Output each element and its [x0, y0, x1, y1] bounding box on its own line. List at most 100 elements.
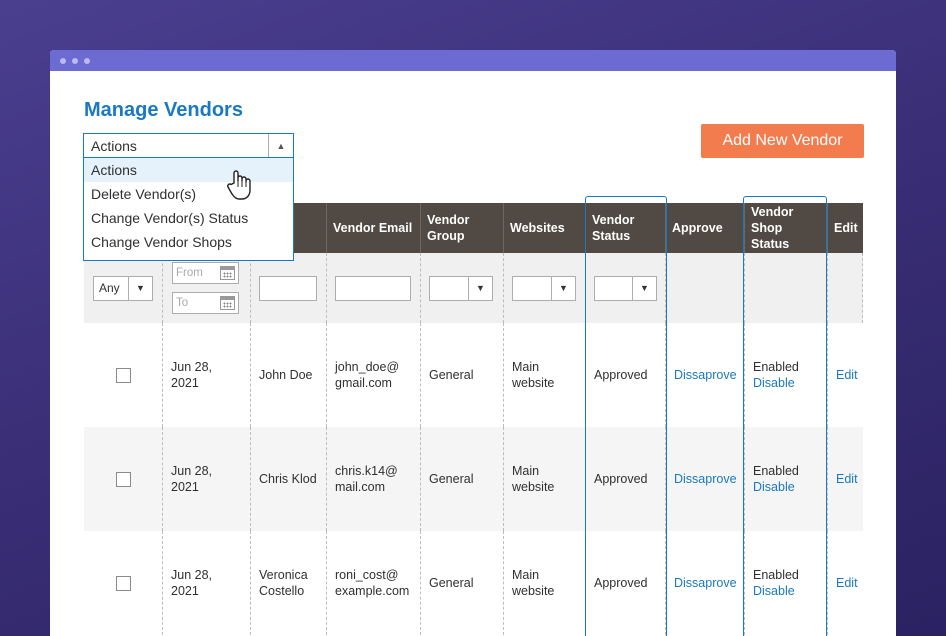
window-titlebar — [50, 50, 896, 71]
filter-cell: ▼ — [421, 253, 504, 323]
website-cell: Main website — [504, 427, 586, 531]
website-filter-select[interactable]: ▼ — [512, 275, 576, 301]
date-cell: Jun 28, 2021 — [163, 323, 251, 427]
row-checkbox[interactable] — [115, 367, 131, 383]
email-cell: chris.k14@ mail.com — [327, 427, 421, 531]
approve-cell: Dissaprove — [666, 427, 745, 531]
menu-item-delete-vendors[interactable]: Delete Vendor(s) — [84, 182, 293, 206]
email-filter-input[interactable] — [335, 275, 411, 301]
dissaprove-link[interactable]: Dissaprove — [674, 471, 737, 487]
edit-link[interactable]: Edit — [836, 367, 858, 383]
edit-link[interactable]: Edit — [836, 471, 858, 487]
approve-cell: Dissaprove — [666, 531, 745, 635]
row-checkbox[interactable] — [115, 575, 131, 591]
column-header-approve[interactable]: Approve — [666, 203, 745, 253]
date-to-input[interactable]: To — [172, 292, 239, 314]
filter-cell — [666, 253, 745, 323]
column-header-vendor-status[interactable]: Vendor Status — [586, 203, 666, 253]
date-cell: Jun 28, 2021 — [163, 531, 251, 635]
group-cell: General — [421, 531, 504, 635]
menu-item-change-vendor-status[interactable]: Change Vendor(s) Status — [84, 206, 293, 230]
row-select-cell — [84, 531, 163, 635]
chevron-down-icon: ▼ — [128, 276, 152, 300]
row-select-cell — [84, 323, 163, 427]
date-filter-cell: From To — [163, 253, 251, 323]
edit-cell: Edit — [828, 531, 863, 635]
chevron-down-icon: ▼ — [468, 276, 492, 300]
date-from-placeholder: From — [176, 267, 203, 279]
edit-cell: Edit — [828, 323, 863, 427]
email-cell: roni_cost@ example.com — [327, 531, 421, 635]
dissaprove-link[interactable]: Dissaprove — [674, 367, 737, 383]
menu-item-actions[interactable]: Actions — [84, 158, 293, 182]
shop-status-text: Enabled — [753, 568, 799, 582]
filter-cell — [327, 253, 421, 323]
name-filter-input[interactable] — [259, 275, 317, 301]
website-cell: Main website — [504, 531, 586, 635]
date-to-placeholder: To — [176, 297, 189, 309]
disable-link[interactable]: Disable — [753, 479, 795, 495]
filter-row: Any ▼ From To ▼ ▼ ▼ — [84, 253, 863, 323]
date-cell: Jun 28, 2021 — [163, 427, 251, 531]
any-filter-select[interactable]: Any ▼ — [93, 275, 153, 301]
window-dot — [60, 57, 66, 64]
status-cell: Approved — [586, 427, 666, 531]
window-dot — [84, 57, 90, 64]
window-dot — [72, 57, 78, 64]
shop-status-cell: Enabled Disable — [745, 531, 828, 635]
filter-cell — [828, 253, 863, 323]
email-cell: john_doe@ gmail.com — [327, 323, 421, 427]
calendar-icon[interactable] — [220, 296, 235, 310]
group-filter-select[interactable]: ▼ — [429, 275, 493, 301]
name-cell: John Doe — [251, 323, 327, 427]
shop-status-cell: Enabled Disable — [745, 323, 828, 427]
dissaprove-link[interactable]: Dissaprove — [674, 575, 737, 591]
disable-link[interactable]: Disable — [753, 375, 795, 391]
filter-cell: ▼ — [504, 253, 586, 323]
actions-selected-value: Actions — [91, 137, 137, 154]
chevron-up-icon: ▲ — [268, 134, 293, 157]
name-cell: Chris Klod — [251, 427, 327, 531]
date-from-input[interactable]: From — [172, 262, 239, 284]
edit-cell: Edit — [828, 427, 863, 531]
browser-window: Manage Vendors Add New Vendor Vendor Ema… — [50, 50, 896, 636]
row-checkbox[interactable] — [115, 471, 131, 487]
shop-status-text: Enabled — [753, 464, 799, 478]
name-cell: Veronica Costello — [251, 531, 327, 635]
group-cell: General — [421, 323, 504, 427]
table-row: Jun 28, 2021 Veronica Costello roni_cost… — [84, 531, 863, 635]
table-row: Jun 28, 2021 Chris Klod chris.k14@ mail.… — [84, 427, 863, 531]
calendar-icon[interactable] — [220, 266, 235, 280]
column-header-vendor-shop-status[interactable]: Vendor Shop Status — [745, 203, 828, 253]
vendors-grid: Vendor Email Vendor Group Websites Vendo… — [84, 196, 863, 636]
status-cell: Approved — [586, 531, 666, 635]
column-header-edit[interactable]: Edit — [828, 203, 863, 253]
shop-status-cell: Enabled Disable — [745, 427, 828, 531]
website-cell: Main website — [504, 323, 586, 427]
filter-cell: ▼ — [586, 253, 666, 323]
chevron-down-icon: ▼ — [632, 276, 656, 300]
column-header-vendor-group[interactable]: Vendor Group — [421, 203, 504, 253]
approve-cell: Dissaprove — [666, 323, 745, 427]
actions-dropdown-menu: Actions Delete Vendor(s) Change Vendor(s… — [83, 158, 294, 261]
filter-cell: Any ▼ — [84, 253, 163, 323]
page-title: Manage Vendors — [84, 99, 243, 121]
any-filter-value: Any — [99, 281, 120, 295]
table-row: Jun 28, 2021 John Doe john_doe@ gmail.co… — [84, 323, 863, 427]
column-header-websites[interactable]: Websites — [504, 203, 586, 253]
hand-cursor-icon — [227, 170, 251, 200]
menu-item-change-vendor-shops[interactable]: Change Vendor Shops — [84, 230, 293, 254]
filter-cell — [251, 253, 327, 323]
column-header-vendor-email[interactable]: Vendor Email — [327, 203, 421, 253]
row-select-cell — [84, 427, 163, 531]
chevron-down-icon: ▼ — [551, 276, 575, 300]
filter-cell — [745, 253, 828, 323]
actions-select[interactable]: Actions ▲ — [83, 133, 294, 158]
shop-status-text: Enabled — [753, 360, 799, 374]
group-cell: General — [421, 427, 504, 531]
add-new-vendor-button[interactable]: Add New Vendor — [701, 124, 864, 158]
disable-link[interactable]: Disable — [753, 583, 795, 599]
edit-link[interactable]: Edit — [836, 575, 858, 591]
status-filter-select[interactable]: ▼ — [594, 275, 657, 301]
status-cell: Approved — [586, 323, 666, 427]
